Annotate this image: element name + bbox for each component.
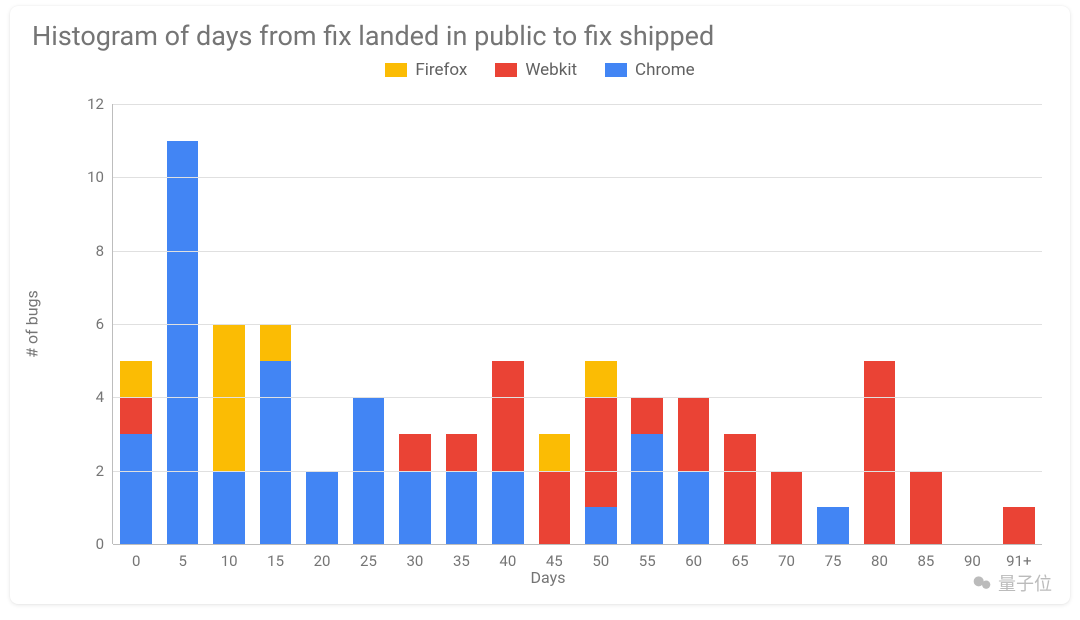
plot-area: # of bugs 024681012 05101520253035404550… — [46, 104, 1046, 544]
watermark: 量子位 — [972, 570, 1052, 596]
legend-label: Chrome — [635, 60, 695, 80]
legend-item-webkit: Webkit — [495, 60, 577, 80]
bar-segment-chrome — [399, 471, 431, 544]
bar-segment-webkit — [910, 471, 942, 544]
bar-segment-firefox — [120, 361, 152, 398]
bar-stack — [724, 434, 756, 544]
y-tick: 0 — [64, 535, 104, 553]
legend: Firefox Webkit Chrome — [10, 56, 1070, 82]
bar-segment-chrome — [306, 471, 338, 544]
y-axis-label: # of bugs — [23, 290, 42, 358]
bar-segment-chrome — [446, 471, 478, 544]
bar-segment-chrome — [167, 141, 199, 544]
y-tick: 4 — [64, 388, 104, 406]
grid-line — [113, 544, 1042, 545]
bar-stack — [167, 141, 199, 544]
bar-stack — [260, 324, 292, 544]
bar-segment-firefox — [585, 361, 617, 398]
y-tick: 12 — [64, 95, 104, 113]
bar-stack — [213, 324, 245, 544]
y-tick: 2 — [64, 462, 104, 480]
bar-stack — [539, 434, 571, 544]
legend-item-firefox: Firefox — [385, 60, 467, 80]
bar-stack — [817, 507, 849, 544]
y-tick: 6 — [64, 315, 104, 333]
bar-segment-chrome — [817, 507, 849, 544]
bar-segment-webkit — [585, 397, 617, 507]
grid-line — [113, 177, 1042, 178]
bar-segment-firefox — [260, 324, 292, 361]
bar-stack — [399, 434, 431, 544]
bar-segment-webkit — [631, 397, 663, 434]
y-tick: 10 — [64, 168, 104, 186]
bar-segment-chrome — [678, 471, 710, 544]
bar-stack — [120, 361, 152, 544]
grid-line — [113, 471, 1042, 472]
plot: 05101520253035404550556065707580859091+ — [112, 104, 1042, 544]
grid-line — [113, 251, 1042, 252]
bar-segment-chrome — [120, 434, 152, 544]
bar-segment-chrome — [492, 471, 524, 544]
bar-stack — [306, 471, 338, 544]
bar-segment-webkit — [864, 361, 896, 544]
bar-segment-firefox — [539, 434, 571, 471]
x-axis-label: Days — [26, 568, 1070, 587]
legend-swatch — [495, 63, 517, 77]
chart-title: Histogram of days from fix landed in pub… — [10, 6, 1070, 56]
bar-segment-webkit — [1003, 507, 1035, 544]
bar-stack — [1003, 507, 1035, 544]
bar-stack — [910, 471, 942, 544]
bar-segment-webkit — [539, 471, 571, 544]
bar-segment-webkit — [492, 361, 524, 471]
bar-stack — [446, 434, 478, 544]
legend-swatch — [605, 63, 627, 77]
bar-stack — [771, 471, 803, 544]
watermark-label: 量子位 — [998, 570, 1052, 596]
legend-label: Firefox — [415, 60, 467, 80]
legend-label: Webkit — [525, 60, 577, 80]
bar-segment-chrome — [213, 471, 245, 544]
bar-segment-webkit — [120, 397, 152, 434]
bar-segment-chrome — [631, 434, 663, 544]
bar-segment-webkit — [724, 434, 756, 544]
bar-stack — [585, 361, 617, 544]
bar-segment-webkit — [446, 434, 478, 471]
y-ticks: 024681012 — [64, 104, 104, 544]
bar-segment-chrome — [585, 507, 617, 544]
wechat-icon — [972, 573, 992, 593]
bar-segment-webkit — [678, 397, 710, 470]
legend-swatch — [385, 63, 407, 77]
y-tick: 8 — [64, 242, 104, 260]
grid-line — [113, 324, 1042, 325]
bar-segment-webkit — [399, 434, 431, 471]
bar-stack — [864, 361, 896, 544]
bar-stack — [492, 361, 524, 544]
grid-line — [113, 397, 1042, 398]
chart-card: Histogram of days from fix landed in pub… — [10, 6, 1070, 604]
bar-segment-chrome — [260, 361, 292, 544]
grid-line — [113, 104, 1042, 105]
legend-item-chrome: Chrome — [605, 60, 695, 80]
bar-segment-webkit — [771, 471, 803, 544]
